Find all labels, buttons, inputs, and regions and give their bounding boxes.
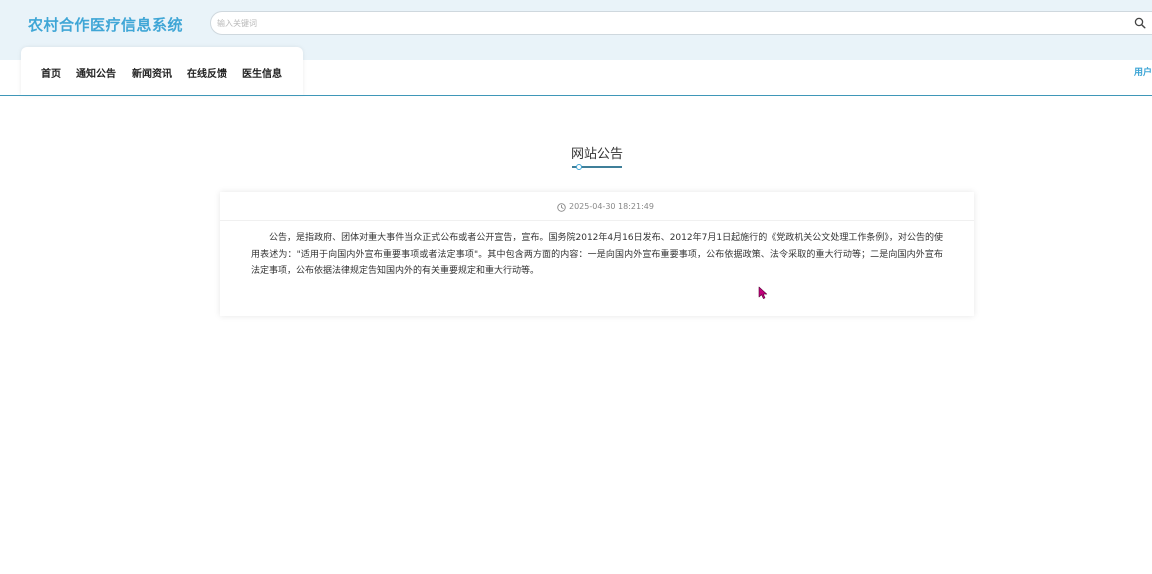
mouse-cursor-icon	[758, 286, 768, 299]
site-title[interactable]: 农村合作医疗信息系统	[28, 14, 183, 35]
title-dot	[576, 164, 582, 170]
article-meta: 2025-04-30 18:21:49	[220, 192, 974, 221]
search-input[interactable]	[211, 12, 1117, 34]
nav-item-home[interactable]: 首页	[41, 65, 61, 80]
user-link[interactable]: 用户	[1134, 65, 1152, 78]
nav-item-notices[interactable]: 通知公告	[76, 65, 116, 80]
nav-item-doctors[interactable]: 医生信息	[242, 65, 282, 80]
nav-item-news[interactable]: 新闻资讯	[132, 65, 172, 80]
clock-icon	[557, 203, 566, 212]
header-divider	[0, 95, 1152, 96]
page-title: 网站公告	[570, 147, 623, 162]
main-nav: 首页 通知公告 新闻资讯 在线反馈 医生信息	[21, 47, 303, 95]
search-bar	[210, 11, 1152, 35]
article-body: 公告，是指政府、团体对重大事件当众正式公布或者公开宣告，宣布。国务院2012年4…	[251, 233, 943, 276]
announcement-card: 2025-04-30 18:21:49 公告，是指政府、团体对重大事件当众正式公…	[220, 192, 974, 316]
search-icon[interactable]	[1134, 17, 1146, 29]
nav-item-feedback[interactable]: 在线反馈	[187, 65, 227, 80]
article-date: 2025-04-30 18:21:49	[569, 202, 654, 211]
